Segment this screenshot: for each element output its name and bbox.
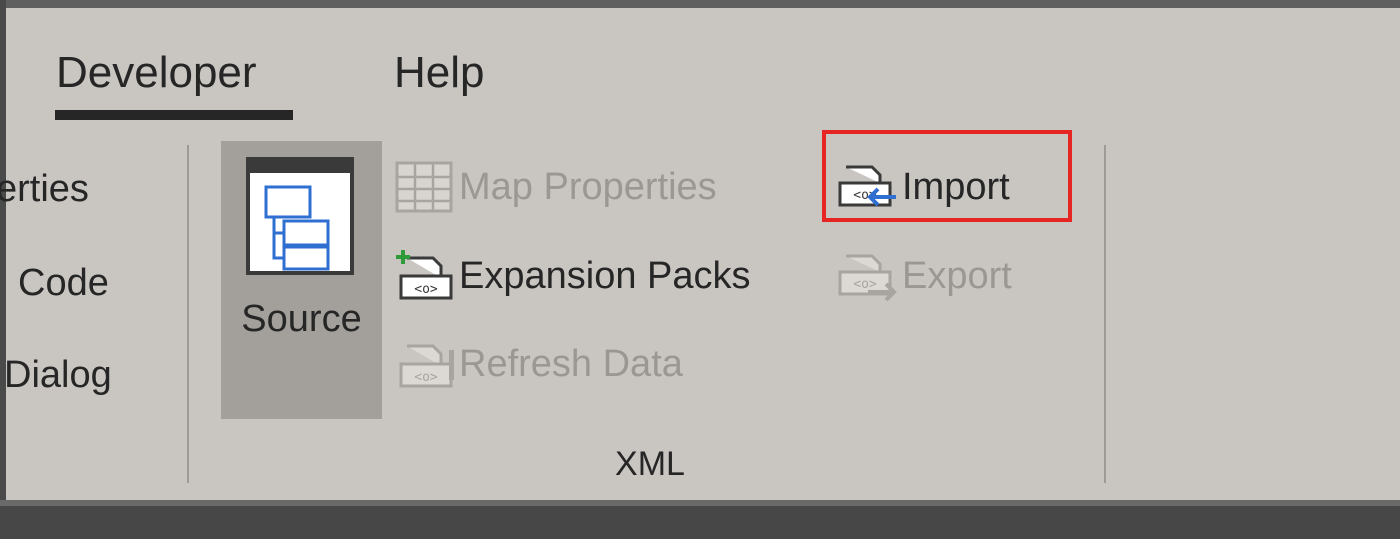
expansion-packs-icon: <o> (393, 248, 455, 304)
source-tree-icon (246, 157, 354, 275)
view-code-button[interactable]: Code (18, 262, 109, 305)
ribbon-bottom-bar (0, 500, 1400, 539)
xml-group-label: XML (615, 445, 685, 483)
export-label: Export (902, 254, 1012, 297)
svg-text:<o>: <o> (414, 370, 438, 385)
expansion-packs-button[interactable]: <o> Expansion Packs (393, 246, 751, 306)
map-properties-icon (393, 159, 455, 215)
window-left-edge (0, 0, 6, 539)
tab-help[interactable]: Help (394, 48, 485, 98)
source-label: Source (241, 298, 362, 340)
svg-text:<o>: <o> (853, 277, 877, 292)
export-icon: <o> (836, 248, 898, 304)
properties-button[interactable]: erties (0, 168, 89, 211)
expansion-packs-label: Expansion Packs (459, 254, 751, 297)
import-highlight-box (822, 130, 1072, 222)
group-separator-left (187, 145, 189, 483)
refresh-data-icon: <o> (393, 336, 455, 392)
active-tab-indicator (55, 110, 293, 120)
run-dialog-button[interactable]: Dialog (4, 354, 112, 397)
svg-text:<o>: <o> (414, 282, 438, 297)
refresh-data-button[interactable]: <o> Refresh Data (393, 334, 683, 394)
source-button[interactable]: Source (221, 141, 382, 419)
map-properties-button[interactable]: Map Properties (393, 157, 717, 217)
window-top-edge (0, 0, 1400, 8)
group-separator-right (1104, 145, 1106, 483)
refresh-data-label: Refresh Data (459, 342, 683, 385)
map-properties-label: Map Properties (459, 165, 717, 208)
tab-developer[interactable]: Developer (56, 48, 257, 98)
export-button[interactable]: <o> Export (836, 246, 1012, 306)
